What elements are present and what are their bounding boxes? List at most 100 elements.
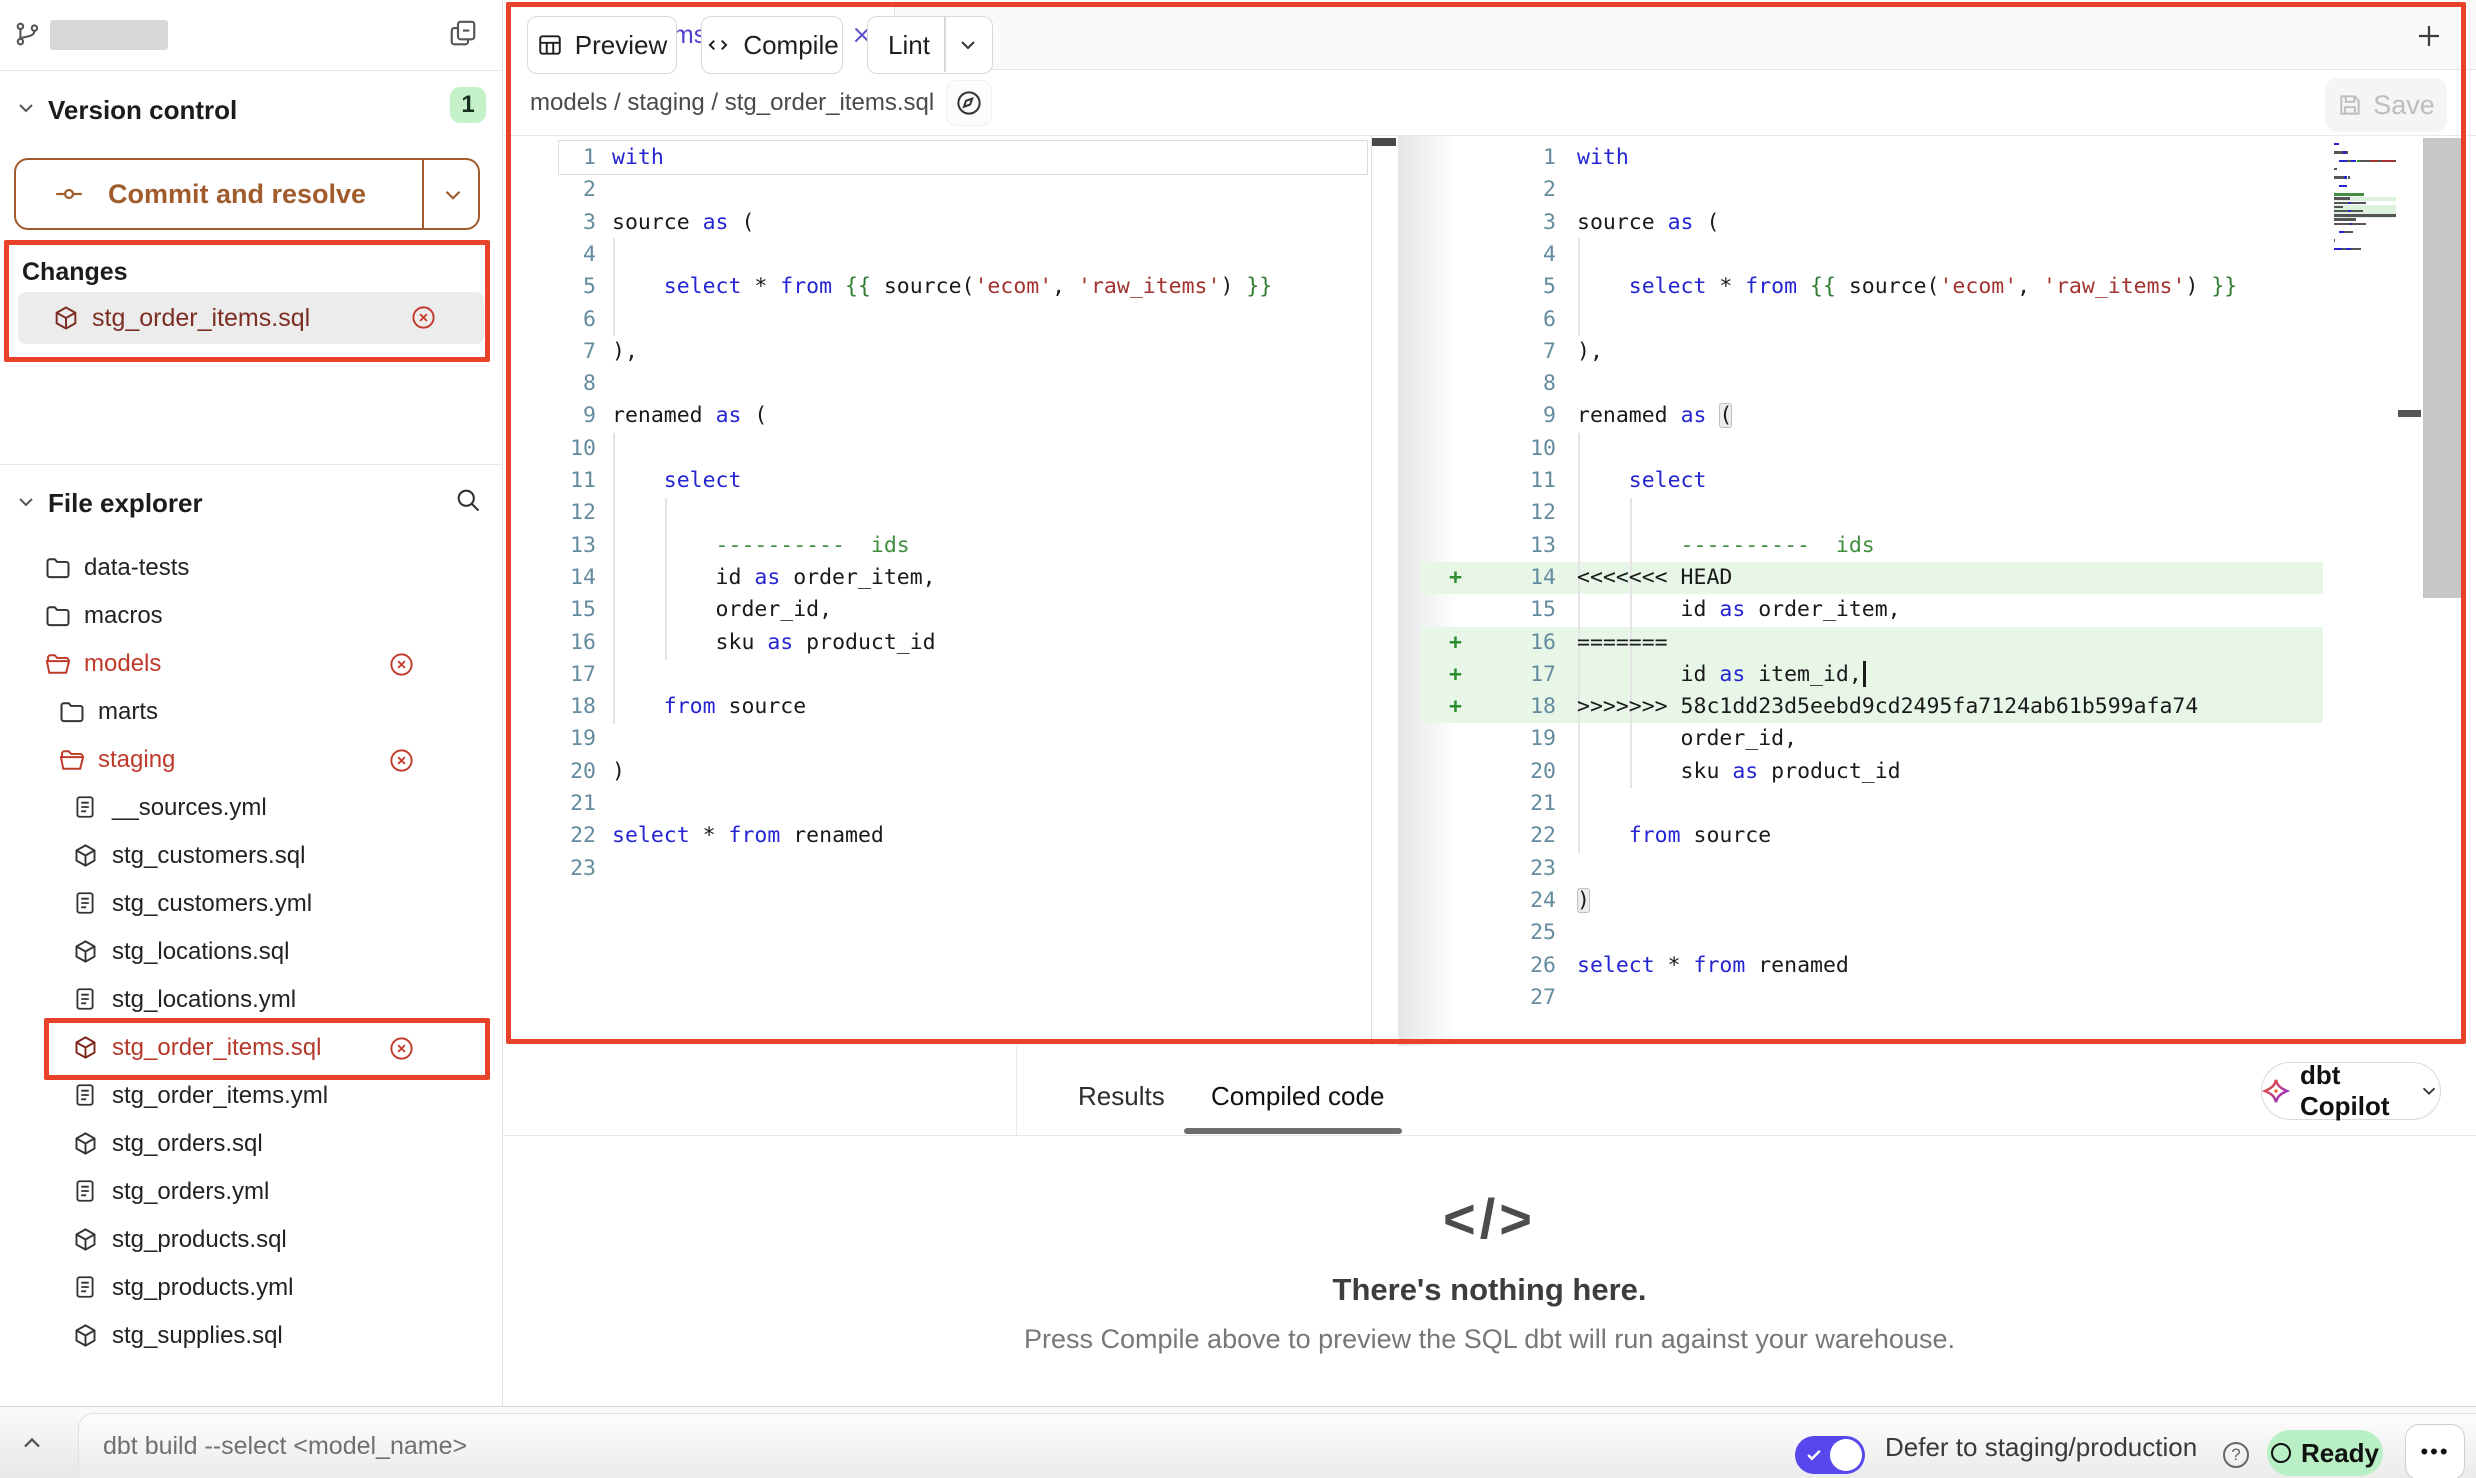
code-line[interactable]: id as item_id, [1577,659,1866,692]
search-icon[interactable] [454,486,482,514]
line-number: 11 [526,465,596,498]
code-line[interactable]: order_id, [1577,723,1797,756]
file-item-stg_orders.sql[interactable]: stg_orders.sql [8,1120,494,1168]
diff-add-marker: + [1449,691,1462,723]
line-number: 9 [526,400,596,433]
pane-divider[interactable] [1371,136,1372,1046]
code-line[interactable]: >>>>>>> 58c1dd23d5eebd9cd2495fa7124ab61b… [1577,691,2198,724]
more-options-button[interactable]: ••• [2405,1424,2465,1478]
line-number: 3 [526,207,596,240]
file-item-stg_locations.yml[interactable]: stg_locations.yml [8,976,494,1024]
command-panel[interactable]: dbt build --select <model_name> Defer to… [78,1413,2476,1478]
file-item-stg_locations.sql[interactable]: stg_locations.sql [8,928,494,976]
code-line[interactable]: from source [612,691,806,724]
code-line[interactable]: source as ( [1577,207,1719,240]
file-item-stg_products.yml[interactable]: stg_products.yml [8,1264,494,1312]
save-button[interactable]: Save [2325,78,2447,132]
copy-icon[interactable] [448,18,478,50]
minimap-line [2334,197,2350,199]
code-line[interactable]: select * from renamed [612,820,884,853]
chevron-down-icon[interactable] [440,182,466,208]
code-line[interactable]: id as order_item, [1577,594,1901,627]
code-line[interactable]: <<<<<<< HEAD [1577,562,1732,595]
doc-icon [72,1274,100,1302]
code-line[interactable]: select * from renamed [1577,950,1849,983]
chevron-up-icon[interactable] [18,1429,46,1457]
code-line[interactable]: ---------- ids [612,530,910,563]
matched-bracket: ) [1577,888,1590,913]
file-item-stg_order_items.sql[interactable]: stg_order_items.sql [8,1024,494,1072]
model-icon [72,1322,100,1350]
code-line[interactable]: select [1577,465,1706,498]
code-line[interactable]: id as order_item, [612,562,936,595]
preview-button[interactable]: Preview [527,16,677,74]
minimap-line [2351,160,2356,162]
code-line[interactable]: ) [1577,885,1590,918]
code-line[interactable]: select [612,465,741,498]
changes-item-stg-order-items[interactable]: stg_order_items.sql [18,292,484,344]
file-item-models[interactable]: models [8,640,494,688]
file-item-staging[interactable]: staging [8,736,494,784]
code-line[interactable]: from source [1577,820,1771,853]
defer-toggle[interactable] [1795,1436,1865,1474]
file-item-label: stg_products.yml [112,1264,293,1312]
file-item-macros[interactable]: macros [8,592,494,640]
code-line[interactable]: sku as product_id [612,627,936,660]
code-line[interactable]: source as ( [612,207,754,240]
tab-compiled-code[interactable]: Compiled code [1211,1078,1384,1114]
dbt-copilot-button[interactable]: dbt Copilot [2261,1062,2441,1120]
chevron-down-icon[interactable] [14,490,38,514]
line-number: 13 [1486,530,1556,563]
discard-change-icon[interactable] [388,651,415,678]
code-line[interactable]: with [612,142,664,175]
chevron-down-icon[interactable] [956,33,980,57]
code-line[interactable]: ---------- ids [1577,530,1875,563]
line-number: 22 [526,820,596,853]
line-number: 22 [1486,820,1556,853]
file-item-stg_order_items.yml[interactable]: stg_order_items.yml [8,1072,494,1120]
code-line[interactable]: sku as product_id [1577,756,1901,789]
overview-ruler-mark [2398,410,2421,417]
file-item-__sources.yml[interactable]: __sources.yml [8,784,494,832]
doc-icon [72,794,100,822]
file-item-label: stg_orders.yml [112,1168,269,1216]
line-number: 23 [1486,853,1556,886]
help-icon[interactable]: ? [2223,1442,2249,1468]
line-number: 15 [1486,594,1556,627]
line-number: 18 [526,691,596,724]
file-item-stg_products.sql[interactable]: stg_products.sql [8,1216,494,1264]
lint-button[interactable]: Lint [867,16,993,74]
discard-change-icon[interactable] [388,747,415,774]
code-line[interactable]: select * from {{ source('ecom', 'raw_ite… [612,271,1272,304]
code-line[interactable]: with [1577,142,1629,175]
code-line[interactable]: ) [612,756,625,789]
code-line[interactable]: order_id, [612,594,832,627]
file-item-stg_supplies.sql[interactable]: stg_supplies.sql [8,1312,494,1360]
discard-change-icon[interactable] [388,1035,415,1062]
command-input[interactable]: dbt build --select <model_name> [103,1414,467,1478]
code-line[interactable]: ), [1577,336,1603,369]
discard-change-icon[interactable] [410,304,437,331]
line-number: 3 [1486,207,1556,240]
editor-scrollbar[interactable] [2423,138,2461,598]
file-item-marts[interactable]: marts [8,688,494,736]
file-item-stg_orders.yml[interactable]: stg_orders.yml [8,1168,494,1216]
lineage-icon[interactable] [946,80,992,126]
file-item-stg_customers.yml[interactable]: stg_customers.yml [8,880,494,928]
minimap-line [2334,248,2342,250]
new-tab-icon[interactable] [2414,21,2444,51]
minimap-line [2334,223,2350,225]
commit-and-resolve-button[interactable]: Commit and resolve [14,158,480,230]
code-line[interactable]: ), [612,336,638,369]
code-line[interactable]: select * from {{ source('ecom', 'raw_ite… [1577,271,2237,304]
file-item-label: stg_customers.yml [112,880,312,928]
file-item-data-tests[interactable]: data-tests [8,544,494,592]
code-line[interactable]: renamed as ( [1577,400,1732,433]
code-line[interactable]: renamed as ( [612,400,767,433]
code-line[interactable]: ======= [1577,627,1668,660]
compile-button[interactable]: Compile [701,16,843,74]
left-pane-scrollbar[interactable] [1372,138,1396,146]
tab-results[interactable]: Results [1078,1078,1165,1114]
chevron-down-icon[interactable] [14,96,38,120]
file-item-stg_customers.sql[interactable]: stg_customers.sql [8,832,494,880]
